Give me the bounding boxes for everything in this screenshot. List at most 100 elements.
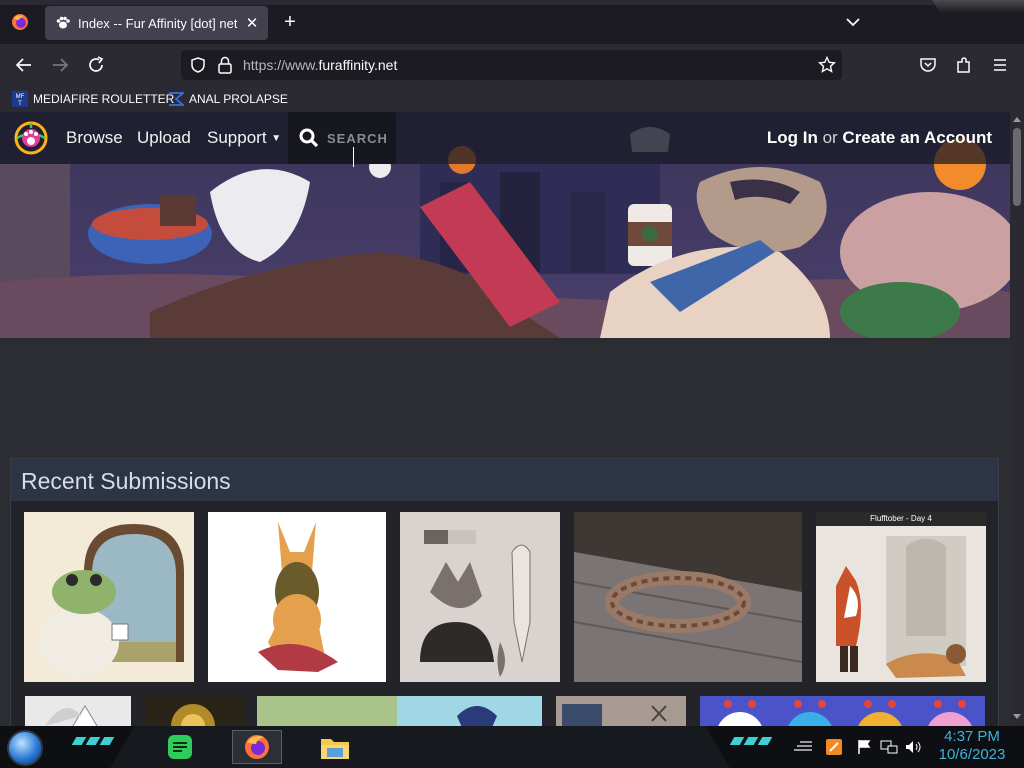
system-clock[interactable]: 4:37 PM 10/6/2023	[932, 728, 1012, 764]
notes-app-icon	[168, 735, 192, 759]
recent-submissions-panel: Recent Submissions Flufftober - Day 4	[10, 458, 999, 726]
clock-time: 4:37 PM	[944, 728, 1000, 745]
submission-thumbnail[interactable]	[208, 512, 386, 682]
svg-text:T: T	[18, 101, 22, 107]
scroll-up-icon[interactable]	[1013, 117, 1021, 122]
flag-icon[interactable]	[856, 738, 872, 756]
mediafire-icon: MFT	[12, 91, 28, 107]
taskbar-app-explorer[interactable]	[310, 730, 360, 764]
furaffinity-logo-icon[interactable]	[14, 121, 48, 155]
glowing-artwork	[171, 704, 215, 726]
auth-links: Log In or Create an Account	[767, 128, 992, 148]
winged-character-artwork	[45, 705, 98, 726]
scrollbar-thumb[interactable]	[1013, 128, 1021, 206]
content-spacer	[0, 338, 1010, 458]
bookmarks-toolbar: MF T MEDIAFIRE ROULETTER ANAL PROLAPSE	[0, 86, 1024, 112]
hamburger-menu-icon	[994, 59, 1006, 71]
reload-icon	[89, 56, 104, 72]
chevron-down-icon[interactable]	[842, 12, 864, 32]
taskbar-app-notes[interactable]	[155, 730, 205, 764]
menu-button[interactable]	[987, 52, 1013, 78]
clock-date: 10/6/2023	[938, 746, 1006, 763]
panel-header: Recent Submissions	[11, 459, 998, 501]
taskbar-decoration	[71, 737, 118, 747]
nav-support-link[interactable]: Support ▼	[207, 128, 281, 148]
navigation-toolbar: https://www.furaffinity.net	[0, 44, 1024, 86]
reload-button[interactable]	[83, 52, 109, 78]
scroll-down-icon[interactable]	[1013, 714, 1021, 719]
svg-text:MF: MF	[16, 94, 25, 100]
bookmark-mediafire[interactable]: MF T MEDIAFIRE ROULETTER	[12, 90, 174, 108]
site-banner: Browse Upload Support ▼ SEARCH Log In or…	[0, 112, 1010, 338]
submission-thumbnail[interactable]	[574, 512, 802, 682]
submission-thumbnail[interactable]: Flufftober - Day 4	[816, 512, 986, 682]
bookmark-label: MEDIAFIRE ROULETTER	[33, 92, 175, 106]
volume-icon[interactable]	[904, 738, 922, 756]
bookmark-second[interactable]: ANAL PROLAPSE	[168, 90, 288, 108]
back-button[interactable]	[11, 52, 37, 78]
show-hidden-icons-icon[interactable]	[792, 738, 814, 756]
search-icon	[299, 128, 319, 148]
caret-down-icon: ▼	[271, 133, 282, 144]
character-sketch-artwork	[562, 704, 667, 726]
flufftober-artwork	[836, 536, 966, 678]
address-bar[interactable]: https://www.furaffinity.net	[181, 50, 842, 80]
new-tab-button[interactable]: +	[279, 10, 301, 34]
search-placeholder: SEARCH	[327, 131, 388, 146]
star-bookmark-icon[interactable]	[818, 56, 836, 74]
nav-upload-link[interactable]: Upload	[137, 128, 191, 148]
submission-thumbnail[interactable]	[556, 696, 686, 726]
pocket-button[interactable]	[915, 52, 941, 78]
auth-separator: or	[822, 128, 838, 147]
forward-button[interactable]	[47, 52, 73, 78]
firefox-icon	[245, 735, 269, 759]
tray-app-icon[interactable]	[826, 738, 842, 756]
start-button[interactable]	[7, 730, 43, 766]
windows-taskbar: 4:37 PM 10/6/2023	[0, 726, 1024, 768]
firefox-view-icon[interactable]	[10, 12, 30, 32]
arrow-right-icon	[53, 58, 69, 72]
site-navbar: Browse Upload Support ▼ SEARCH Log In or…	[0, 112, 1010, 167]
page-scrollbar[interactable]	[1010, 112, 1024, 726]
furaffinity-favicon-icon	[56, 16, 70, 29]
pocket-icon	[920, 58, 936, 72]
active-tab[interactable]: Index -- Fur Affinity [dot] net ✕	[45, 6, 268, 40]
frog-artwork	[39, 524, 184, 676]
url-text[interactable]: https://www.furaffinity.net	[243, 57, 397, 73]
thumbnail-caption: Flufftober - Day 4	[870, 514, 932, 523]
search-input[interactable]: SEARCH	[288, 112, 396, 167]
comic-strip-artwork	[257, 696, 542, 726]
arrow-left-icon	[15, 58, 31, 72]
submission-thumbnail[interactable]	[24, 512, 194, 682]
shield-icon[interactable]	[189, 56, 207, 74]
submission-thumbnail[interactable]	[25, 696, 131, 726]
tab-strip: Index -- Fur Affinity [dot] net ✕ +	[0, 0, 1024, 44]
nav-browse-link[interactable]: Browse	[66, 128, 123, 148]
puzzle-icon	[957, 57, 970, 73]
tab-title: Index -- Fur Affinity [dot] net	[78, 15, 238, 31]
bookmark-label: ANAL PROLAPSE	[189, 92, 288, 106]
submission-thumbnail[interactable]	[257, 696, 542, 726]
submission-thumbnail[interactable]	[400, 512, 560, 682]
bracelet-photo	[574, 512, 802, 682]
dog-character-artwork	[258, 522, 338, 672]
cartoon-blobs-artwork	[718, 700, 972, 726]
submission-thumbnail[interactable]	[145, 696, 243, 726]
extensions-button[interactable]	[951, 52, 977, 78]
page-viewport: Browse Upload Support ▼ SEARCH Log In or…	[0, 112, 1010, 726]
network-icon[interactable]	[880, 738, 898, 756]
section-title: Recent Submissions	[21, 468, 231, 494]
folder-icon	[321, 739, 349, 759]
window-frame-decoration	[932, 0, 1024, 12]
close-tab-icon[interactable]: ✕	[241, 14, 263, 32]
bookmark-logo-icon	[169, 92, 184, 106]
taskbar-app-firefox[interactable]	[232, 730, 282, 764]
lock-icon[interactable]	[217, 56, 233, 74]
submission-thumbnail[interactable]	[700, 696, 985, 726]
window-top-edge	[0, 0, 1024, 5]
create-account-link[interactable]: Create an Account	[842, 128, 992, 147]
text-cursor-icon	[353, 147, 355, 167]
wolf-reference-artwork	[420, 530, 531, 677]
login-link[interactable]: Log In	[767, 128, 818, 147]
taskbar-decoration	[729, 737, 776, 747]
